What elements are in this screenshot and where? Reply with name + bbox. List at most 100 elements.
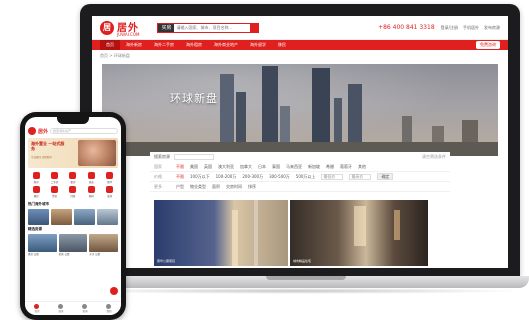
filter-dropdown[interactable]: 面积 (212, 184, 220, 190)
filter-option[interactable]: 英国 (204, 164, 212, 170)
listing-title: 伦敦 公寓 (58, 253, 70, 256)
nav-item-resale[interactable]: 海外二手房 (148, 40, 180, 50)
tab-label: 咨询 (82, 310, 88, 313)
post-listing-link[interactable]: 发布房源 (484, 25, 500, 31)
category-item[interactable]: 问答 (65, 186, 81, 198)
category-item[interactable]: 租房 (65, 172, 81, 184)
filter-option[interactable]: 300-500万 (269, 174, 290, 180)
mobile-banner[interactable]: 海外置业 一站式服务 专业顾问 全程陪同 (28, 138, 118, 168)
category-item[interactable]: 商业 (83, 172, 99, 184)
site-search: 买房 (157, 22, 260, 33)
chat-fab-icon[interactable] (110, 287, 118, 295)
category-icon (69, 172, 77, 179)
hotline-phone: +86 400 841 3318 (378, 24, 435, 31)
category-item[interactable]: 更多 (102, 186, 118, 198)
mobile-header: 居外 搜索海外房产 (25, 126, 121, 136)
filter-option[interactable]: 100-200万 (216, 174, 237, 180)
category-icon (32, 172, 40, 179)
filter-dropdown[interactable]: 物业类型 (190, 184, 206, 190)
filter-option[interactable]: 其他 (358, 164, 366, 170)
category-label: 二手房 (50, 181, 59, 184)
search-icon[interactable] (250, 22, 260, 33)
banner-subtitle: 专业顾问 全程陪同 (31, 156, 52, 159)
price-min-input[interactable]: 最低价 (321, 173, 344, 180)
filter-label: 更多 (154, 183, 162, 189)
city-thumb[interactable] (97, 209, 118, 225)
laptop-screen: 居 居外 JUWAI.COM 买房 +86 400 841 3318 登录/注册… (92, 16, 508, 268)
banner-photo (78, 140, 116, 166)
top-links: 登录/注册 手机居外 发布房源 (441, 25, 500, 31)
filter-option[interactable]: 新加坡 (308, 164, 320, 170)
filter-option[interactable]: 加拿大 (240, 164, 252, 170)
listing-card[interactable]: 伦敦 公寓 (58, 234, 88, 256)
category-item[interactable]: 移民 (28, 186, 44, 198)
filter-option[interactable]: 500万以上 (296, 174, 316, 180)
clear-filter-link[interactable]: 清空筛选条件 (422, 154, 446, 160)
listing-card[interactable]: 东京 公寓 (89, 234, 118, 256)
category-item[interactable]: 新房 (28, 172, 44, 184)
banner-title: 海外置业 一站式服务 (31, 141, 65, 151)
search-input[interactable] (174, 23, 251, 32)
mobile-category-grid: 新房 二手房 租房 商业 留学 移民 资讯 问答 顾问 更多 (25, 170, 121, 200)
tab-home[interactable]: 首页 (34, 304, 40, 313)
filter-option[interactable]: 美国 (190, 164, 198, 170)
mobile-search-input[interactable]: 搜索海外房产 (50, 128, 118, 134)
category-item[interactable]: 资讯 (46, 186, 62, 198)
category-label: 更多 (107, 195, 113, 198)
listing-card[interactable]: 悉尼 公寓 (28, 234, 57, 256)
category-item[interactable]: 顾问 (83, 186, 99, 198)
mobile-link[interactable]: 手机居外 (463, 25, 479, 31)
mobile-logo-name: 居外 (38, 128, 49, 135)
filter-option[interactable]: 泰国 (272, 164, 280, 170)
city-thumb[interactable] (51, 209, 72, 225)
filter-dropdown[interactable]: 交房时间 (226, 184, 242, 190)
filter-option[interactable]: 澳大利亚 (218, 164, 234, 170)
price-confirm-button[interactable]: 确定 (377, 173, 394, 180)
city-thumb[interactable] (28, 209, 49, 225)
category-label: 留学 (107, 181, 113, 184)
category-icon (106, 172, 114, 179)
tab-search[interactable]: 找房 (58, 304, 64, 313)
filter-search-input[interactable] (174, 154, 214, 160)
search-type-select[interactable]: 买房 (158, 23, 175, 32)
nav-item-home[interactable]: 首页 (100, 40, 120, 50)
filter-option[interactable]: 葡萄牙 (340, 164, 352, 170)
tab-consult[interactable]: 咨询 (82, 304, 88, 313)
breadcrumb: 首页 > 环球新盘 (100, 53, 130, 58)
filter-dropdown[interactable]: 户型 (176, 184, 184, 190)
filter-option[interactable]: 不限 (176, 164, 184, 170)
category-label: 租房 (70, 181, 76, 184)
category-item[interactable]: 二手房 (46, 172, 62, 184)
consult-button[interactable]: 免费咨询 (476, 41, 500, 49)
site-logo[interactable]: 居 居外 JUWAI.COM (100, 19, 139, 37)
filter-option[interactable]: 100万以下 (190, 174, 210, 180)
listing-caption: 城市精品住宅 (293, 259, 312, 263)
city-thumb[interactable] (74, 209, 95, 225)
listing-photo[interactable]: 豪华公寓项目 (154, 200, 288, 266)
filter-option[interactable]: 希腊 (326, 164, 334, 170)
nav-item-new[interactable]: 海外新房 (120, 40, 148, 50)
category-label: 顾问 (88, 195, 94, 198)
laptop-notch (266, 276, 346, 280)
nav-item-rent[interactable]: 海外租房 (180, 40, 208, 50)
price-max-input[interactable]: 最高价 (349, 173, 372, 180)
city-thumbnails (25, 209, 121, 225)
listing-photo[interactable]: 城市精品住宅 (290, 200, 428, 266)
logo-mark: 居 (100, 20, 114, 35)
filter-option[interactable]: 200-300万 (242, 174, 263, 180)
nav-item-immigration[interactable]: 移民 (272, 40, 292, 50)
category-label: 新房 (33, 181, 39, 184)
filter-dropdown[interactable]: 排序 (248, 184, 256, 190)
category-item[interactable]: 留学 (102, 172, 118, 184)
filter-option[interactable]: 日本 (258, 164, 266, 170)
tab-profile[interactable]: 我的 (106, 304, 112, 313)
category-label: 问答 (70, 195, 76, 198)
filter-option[interactable]: 马来西亚 (286, 164, 302, 170)
section-title: 精选房源 (28, 227, 42, 231)
nav-item-study[interactable]: 海外留学 (244, 40, 272, 50)
login-link[interactable]: 登录/注册 (441, 25, 458, 31)
logo-icon (28, 127, 36, 135)
filter-option[interactable]: 不限 (176, 174, 184, 180)
nav-item-commercial[interactable]: 海外商业地产 (208, 40, 244, 50)
filter-row-country: 国家 不限 美国 英国 澳大利亚 加拿大 日本 泰国 马来西亚 新加坡 希腊 葡… (150, 162, 450, 172)
